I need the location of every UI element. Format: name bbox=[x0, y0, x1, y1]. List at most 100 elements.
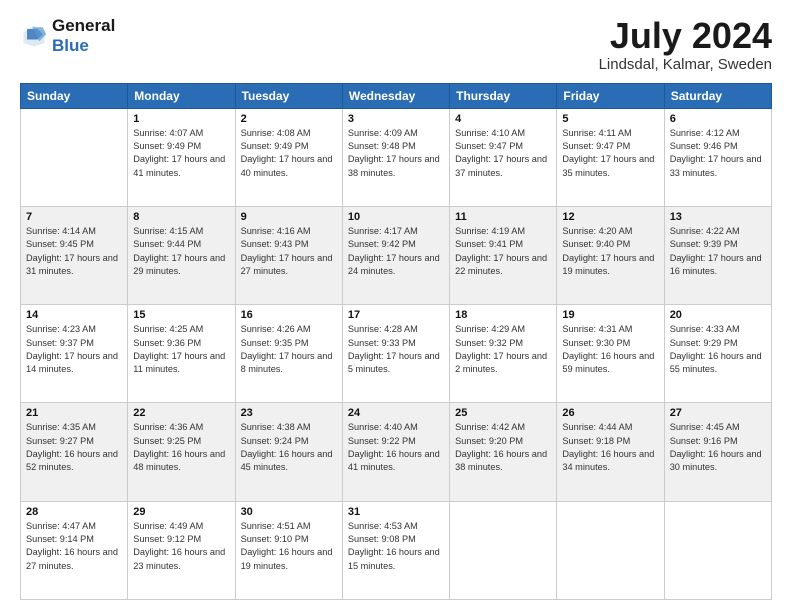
logo: General Blue bbox=[20, 16, 115, 55]
day-number: 12 bbox=[562, 211, 658, 223]
day-info: Sunrise: 4:16 AMSunset: 9:43 PMDaylight:… bbox=[241, 225, 337, 278]
calendar-cell: 6Sunrise: 4:12 AMSunset: 9:46 PMDaylight… bbox=[664, 108, 771, 206]
calendar-cell: 12Sunrise: 4:20 AMSunset: 9:40 PMDayligh… bbox=[557, 206, 664, 304]
day-info: Sunrise: 4:47 AMSunset: 9:14 PMDaylight:… bbox=[26, 520, 122, 573]
day-info: Sunrise: 4:44 AMSunset: 9:18 PMDaylight:… bbox=[562, 421, 658, 474]
day-number: 9 bbox=[241, 211, 337, 223]
calendar-cell: 13 Sunrise: 4:22 AMSunset: 9:39 PMDayligh… bbox=[664, 206, 771, 304]
col-wednesday: Wednesday bbox=[342, 83, 449, 108]
calendar-cell: 17 Sunrise: 4:28 AMSunset: 9:33 PMDayligh… bbox=[342, 305, 449, 403]
calendar-cell: 21 Sunrise: 4:35 AMSunset: 9:27 PMDayligh… bbox=[21, 403, 128, 501]
day-number: 22 bbox=[133, 407, 229, 419]
calendar-cell: 8 Sunrise: 4:15 AMSunset: 9:44 PMDaylight… bbox=[128, 206, 235, 304]
calendar-cell: 15Sunrise: 4:25 AMSunset: 9:36 PMDayligh… bbox=[128, 305, 235, 403]
calendar-cell: 30 Sunrise: 4:51 AMSunset: 9:10 PMDayligh… bbox=[235, 501, 342, 599]
calendar-cell: 26 Sunrise: 4:44 AMSunset: 9:18 PMDayligh… bbox=[557, 403, 664, 501]
col-monday: Monday bbox=[128, 83, 235, 108]
calendar-cell: 2 Sunrise: 4:08 AMSunset: 9:49 PMDaylight… bbox=[235, 108, 342, 206]
day-number: 28 bbox=[26, 506, 122, 518]
calendar-cell: 4 Sunrise: 4:10 AMSunset: 9:47 PMDaylight… bbox=[450, 108, 557, 206]
day-number: 7 bbox=[26, 211, 122, 223]
calendar-cell: 10 Sunrise: 4:17 AMSunset: 9:42 PMDayligh… bbox=[342, 206, 449, 304]
day-info: Sunrise: 4:51 AMSunset: 9:10 PMDaylight:… bbox=[241, 520, 337, 573]
day-info: Sunrise: 4:45 AMSunset: 9:16 PMDaylight:… bbox=[670, 421, 766, 474]
calendar-cell: 11Sunrise: 4:19 AMSunset: 9:41 PMDayligh… bbox=[450, 206, 557, 304]
day-number: 24 bbox=[348, 407, 444, 419]
day-number: 23 bbox=[241, 407, 337, 419]
day-info: Sunrise: 4:33 AMSunset: 9:29 PMDaylight:… bbox=[670, 323, 766, 376]
calendar-cell: 9 Sunrise: 4:16 AMSunset: 9:43 PMDaylight… bbox=[235, 206, 342, 304]
calendar-cell bbox=[664, 501, 771, 599]
calendar-cell bbox=[21, 108, 128, 206]
day-info: Sunrise: 4:08 AMSunset: 9:49 PMDaylight:… bbox=[241, 127, 337, 180]
day-info: Sunrise: 4:15 AMSunset: 9:44 PMDaylight:… bbox=[133, 225, 229, 278]
day-number: 2 bbox=[241, 113, 337, 125]
day-number: 31 bbox=[348, 506, 444, 518]
calendar-cell: 29 Sunrise: 4:49 AMSunset: 9:12 PMDayligh… bbox=[128, 501, 235, 599]
calendar-week-2: 7 Sunrise: 4:14 AMSunset: 9:45 PMDaylight… bbox=[21, 206, 772, 304]
logo-icon bbox=[20, 22, 48, 50]
day-number: 13 bbox=[670, 211, 766, 223]
calendar-cell: 3Sunrise: 4:09 AMSunset: 9:48 PMDaylight… bbox=[342, 108, 449, 206]
day-number: 25 bbox=[455, 407, 551, 419]
col-sunday: Sunday bbox=[21, 83, 128, 108]
day-info: Sunrise: 4:22 AMSunset: 9:39 PMDaylight:… bbox=[670, 225, 766, 278]
calendar-cell: 18Sunrise: 4:29 AMSunset: 9:32 PMDayligh… bbox=[450, 305, 557, 403]
day-number: 15 bbox=[133, 309, 229, 321]
col-saturday: Saturday bbox=[664, 83, 771, 108]
calendar-page: General Blue July 2024 Lindsdal, Kalmar,… bbox=[0, 0, 792, 612]
day-info: Sunrise: 4:19 AMSunset: 9:41 PMDaylight:… bbox=[455, 225, 551, 278]
day-info: Sunrise: 4:36 AMSunset: 9:25 PMDaylight:… bbox=[133, 421, 229, 474]
day-info: Sunrise: 4:11 AMSunset: 9:47 PMDaylight:… bbox=[562, 127, 658, 180]
day-info: Sunrise: 4:40 AMSunset: 9:22 PMDaylight:… bbox=[348, 421, 444, 474]
calendar-table: Sunday Monday Tuesday Wednesday Thursday… bbox=[20, 83, 772, 600]
day-number: 5 bbox=[562, 113, 658, 125]
day-number: 1 bbox=[133, 113, 229, 125]
calendar-week-1: 1 Sunrise: 4:07 AMSunset: 9:49 PMDaylight… bbox=[21, 108, 772, 206]
calendar-cell: 16Sunrise: 4:26 AMSunset: 9:35 PMDayligh… bbox=[235, 305, 342, 403]
calendar-cell bbox=[450, 501, 557, 599]
day-number: 17 bbox=[348, 309, 444, 321]
calendar-cell: 19 Sunrise: 4:31 AMSunset: 9:30 PMDayligh… bbox=[557, 305, 664, 403]
col-tuesday: Tuesday bbox=[235, 83, 342, 108]
calendar-cell: 22 Sunrise: 4:36 AMSunset: 9:25 PMDayligh… bbox=[128, 403, 235, 501]
day-number: 30 bbox=[241, 506, 337, 518]
day-info: Sunrise: 4:42 AMSunset: 9:20 PMDaylight:… bbox=[455, 421, 551, 474]
calendar-week-5: 28 Sunrise: 4:47 AMSunset: 9:14 PMDayligh… bbox=[21, 501, 772, 599]
logo-text-general: General bbox=[52, 16, 115, 36]
day-number: 14 bbox=[26, 309, 122, 321]
day-info: Sunrise: 4:23 AMSunset: 9:37 PMDaylight:… bbox=[26, 323, 122, 376]
day-number: 8 bbox=[133, 211, 229, 223]
calendar-cell: 24 Sunrise: 4:40 AMSunset: 9:22 PMDayligh… bbox=[342, 403, 449, 501]
title-block: July 2024 Lindsdal, Kalmar, Sweden bbox=[599, 16, 772, 73]
day-info: Sunrise: 4:17 AMSunset: 9:42 PMDaylight:… bbox=[348, 225, 444, 278]
day-info: Sunrise: 4:35 AMSunset: 9:27 PMDaylight:… bbox=[26, 421, 122, 474]
day-number: 19 bbox=[562, 309, 658, 321]
day-number: 26 bbox=[562, 407, 658, 419]
day-number: 10 bbox=[348, 211, 444, 223]
calendar-cell: 5 Sunrise: 4:11 AMSunset: 9:47 PMDaylight… bbox=[557, 108, 664, 206]
day-info: Sunrise: 4:53 AMSunset: 9:08 PMDaylight:… bbox=[348, 520, 444, 573]
day-info: Sunrise: 4:10 AMSunset: 9:47 PMDaylight:… bbox=[455, 127, 551, 180]
day-number: 4 bbox=[455, 113, 551, 125]
day-info: Sunrise: 4:07 AMSunset: 9:49 PMDaylight:… bbox=[133, 127, 229, 180]
day-info: Sunrise: 4:12 AMSunset: 9:46 PMDaylight:… bbox=[670, 127, 766, 180]
day-info: Sunrise: 4:09 AMSunset: 9:48 PMDaylight:… bbox=[348, 127, 444, 180]
day-number: 27 bbox=[670, 407, 766, 419]
day-info: Sunrise: 4:31 AMSunset: 9:30 PMDaylight:… bbox=[562, 323, 658, 376]
day-number: 29 bbox=[133, 506, 229, 518]
col-friday: Friday bbox=[557, 83, 664, 108]
calendar-cell: 28 Sunrise: 4:47 AMSunset: 9:14 PMDayligh… bbox=[21, 501, 128, 599]
main-title: July 2024 bbox=[599, 16, 772, 56]
calendar-cell: 14 Sunrise: 4:23 AMSunset: 9:37 PMDayligh… bbox=[21, 305, 128, 403]
day-number: 20 bbox=[670, 309, 766, 321]
calendar-cell: 7 Sunrise: 4:14 AMSunset: 9:45 PMDaylight… bbox=[21, 206, 128, 304]
calendar-cell: 1 Sunrise: 4:07 AMSunset: 9:49 PMDaylight… bbox=[128, 108, 235, 206]
day-info: Sunrise: 4:14 AMSunset: 9:45 PMDaylight:… bbox=[26, 225, 122, 278]
day-info: Sunrise: 4:28 AMSunset: 9:33 PMDaylight:… bbox=[348, 323, 444, 376]
day-number: 21 bbox=[26, 407, 122, 419]
calendar-week-3: 14 Sunrise: 4:23 AMSunset: 9:37 PMDayligh… bbox=[21, 305, 772, 403]
logo-text-blue: Blue bbox=[52, 36, 115, 56]
day-info: Sunrise: 4:49 AMSunset: 9:12 PMDaylight:… bbox=[133, 520, 229, 573]
calendar-cell: 25 Sunrise: 4:42 AMSunset: 9:20 PMDayligh… bbox=[450, 403, 557, 501]
